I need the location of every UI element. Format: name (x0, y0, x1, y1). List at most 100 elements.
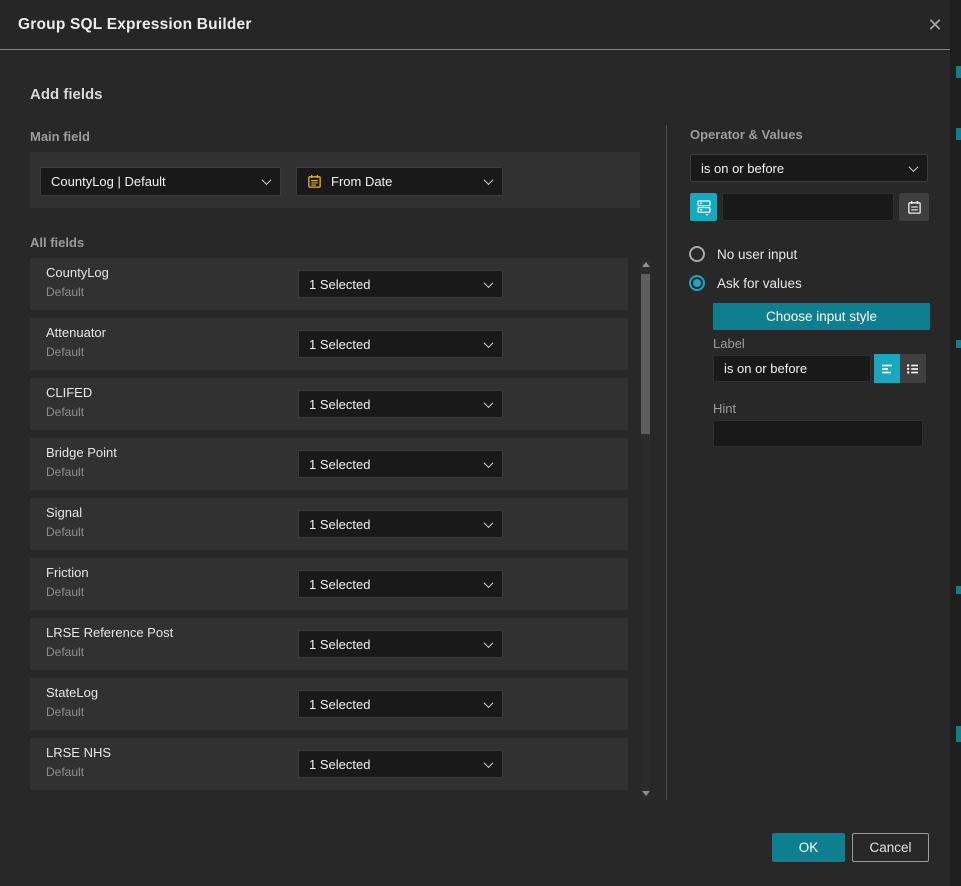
chevron-down-icon (909, 162, 919, 172)
field-selection-dropdown[interactable]: 1 Selected (298, 570, 503, 598)
chevron-down-icon (262, 175, 272, 185)
background-accent-fragment (956, 66, 961, 78)
operator-dropdown[interactable]: is on or before (690, 154, 928, 182)
align-left-icon (879, 361, 895, 377)
date-picker-button[interactable] (899, 193, 929, 221)
chevron-down-icon (484, 758, 494, 768)
background-accent-fragment (956, 586, 961, 594)
chevron-down-icon (484, 398, 494, 408)
field-name: CountyLog (46, 265, 109, 280)
single-value-style-button[interactable] (874, 354, 900, 383)
field-selection-dropdown[interactable]: 1 Selected (298, 750, 503, 778)
radio-circle-icon (689, 246, 705, 262)
field-sublabel: Default (46, 705, 84, 719)
close-icon[interactable]: ✕ (922, 12, 948, 38)
date-value-input[interactable] (722, 193, 894, 221)
field-sublabel: Default (46, 345, 84, 359)
field-sublabel: Default (46, 585, 84, 599)
field-row-lrse-nhs: LRSE NHS Default 1 Selected (30, 738, 628, 790)
field-name: Bridge Point (46, 445, 117, 460)
field-selection-dropdown[interactable]: 1 Selected (298, 270, 503, 298)
chevron-down-icon (484, 278, 494, 288)
cancel-button[interactable]: Cancel (852, 833, 929, 862)
chevron-down-icon (484, 638, 494, 648)
field-name: LRSE NHS (46, 745, 111, 760)
chevron-down-icon (484, 175, 494, 185)
field-sublabel: Default (46, 525, 84, 539)
chevron-down-icon (484, 338, 494, 348)
dialog-title: Group SQL Expression Builder (18, 0, 252, 50)
scroll-up-icon[interactable] (642, 262, 650, 267)
field-row-lrse-reference-post: LRSE Reference Post Default 1 Selected (30, 618, 628, 670)
main-field-box: CountyLog | Default From Date (30, 152, 640, 208)
field-row-statelog: StateLog Default 1 Selected (30, 678, 628, 730)
field-row-bridge-point: Bridge Point Default 1 Selected (30, 438, 628, 490)
operator-values-heading: Operator & Values (690, 127, 803, 142)
field-selection-value: 1 Selected (309, 637, 370, 652)
field-selection-value: 1 Selected (309, 397, 370, 412)
field-row-attenuator: Attenuator Default 1 Selected (30, 318, 628, 370)
main-field-label: Main field (30, 129, 90, 144)
radio-no-user-input[interactable]: No user input (689, 246, 797, 262)
field-selection-value: 1 Selected (309, 517, 370, 532)
field-row-clifed: CLIFED Default 1 Selected (30, 378, 628, 430)
field-selection-dropdown[interactable]: 1 Selected (298, 330, 503, 358)
field-row-friction: Friction Default 1 Selected (30, 558, 628, 610)
field-selection-dropdown[interactable]: 1 Selected (298, 510, 503, 538)
add-fields-heading: Add fields (30, 86, 103, 103)
chevron-down-icon (484, 458, 494, 468)
field-selection-value: 1 Selected (309, 577, 370, 592)
hint-input[interactable] (713, 420, 923, 447)
panel-divider (666, 125, 667, 800)
scrollbar-thumb[interactable] (641, 274, 650, 434)
field-selection-value: 1 Selected (309, 757, 370, 772)
main-field-dropdown[interactable]: From Date (296, 167, 503, 196)
field-selection-dropdown[interactable]: 1 Selected (298, 390, 503, 418)
list-style-button[interactable] (900, 354, 926, 383)
background-accent-fragment (956, 340, 961, 348)
calendar-icon (907, 200, 922, 215)
all-fields-label: All fields (30, 235, 84, 250)
chevron-down-icon (484, 518, 494, 528)
operator-dropdown-value: is on or before (701, 161, 784, 176)
field-name: Friction (46, 565, 89, 580)
field-sublabel: Default (46, 645, 84, 659)
input-type-button[interactable] (690, 193, 717, 221)
main-field-dropdown-value: From Date (331, 174, 392, 189)
radio-ask-for-values-label: Ask for values (717, 276, 802, 291)
layer-dropdown[interactable]: CountyLog | Default (40, 167, 281, 196)
field-sublabel: Default (46, 405, 84, 419)
label-input[interactable]: is on or before (713, 355, 871, 382)
field-selection-dropdown[interactable]: 1 Selected (298, 450, 503, 478)
radio-circle-selected-icon (689, 275, 705, 291)
background-accent-fragment (956, 726, 961, 742)
bulleted-list-icon (905, 361, 921, 377)
field-sublabel: Default (46, 285, 84, 299)
field-selection-dropdown[interactable]: 1 Selected (298, 690, 503, 718)
chevron-down-icon (484, 578, 494, 588)
scroll-down-icon[interactable] (642, 791, 650, 796)
field-selection-value: 1 Selected (309, 457, 370, 472)
background-accent-fragment (956, 128, 961, 140)
choose-input-style-button[interactable]: Choose input style (713, 303, 930, 330)
field-name: LRSE Reference Post (46, 625, 173, 640)
layer-dropdown-value: CountyLog | Default (51, 174, 166, 189)
field-selection-value: 1 Selected (309, 697, 370, 712)
label-caption: Label (713, 336, 745, 351)
field-row-countylog: CountyLog Default 1 Selected (30, 258, 628, 310)
chevron-down-icon (484, 698, 494, 708)
all-fields-list: CountyLog Default 1 Selected Attenuator … (30, 258, 628, 790)
field-name: Signal (46, 505, 82, 520)
calendar-icon (307, 174, 322, 189)
ok-button[interactable]: OK (772, 833, 845, 862)
field-row-signal: Signal Default 1 Selected (30, 498, 628, 550)
input-type-icon (696, 199, 712, 216)
field-sublabel: Default (46, 765, 84, 779)
field-selection-dropdown[interactable]: 1 Selected (298, 630, 503, 658)
field-sublabel: Default (46, 465, 84, 479)
radio-ask-for-values[interactable]: Ask for values (689, 275, 802, 291)
field-name: Attenuator (46, 325, 106, 340)
title-bar: Group SQL Expression Builder ✕ (0, 0, 950, 50)
group-sql-expression-builder-dialog: Group SQL Expression Builder ✕ Add field… (0, 0, 961, 886)
field-name: StateLog (46, 685, 98, 700)
